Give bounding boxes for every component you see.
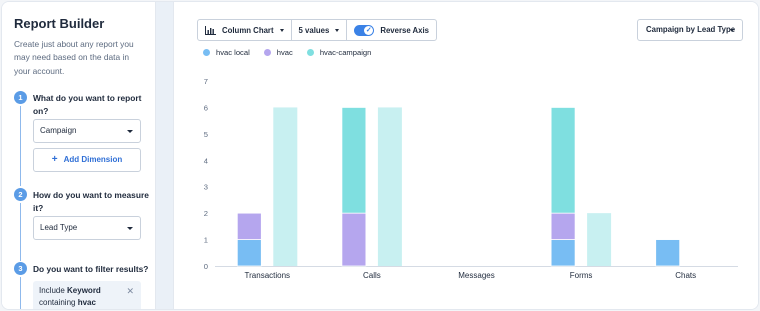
group-by-dropdown[interactable]: Campaign by Lead Type <box>637 19 743 41</box>
close-icon[interactable]: ✕ <box>126 285 134 297</box>
legend-label: hvac-campaign <box>319 48 372 57</box>
bar-secondary <box>273 107 298 266</box>
measure-select[interactable]: Lead Type <box>33 216 141 240</box>
step-3-question: Do you want to filter results? <box>33 264 149 274</box>
step-1-number: 1 <box>14 91 27 104</box>
x-category-label: Transactions <box>245 271 290 280</box>
y-tick-label: 5 <box>204 130 208 139</box>
y-tick-label: 1 <box>204 236 208 245</box>
caret-down-icon <box>127 130 133 133</box>
y-tick-label: 3 <box>204 183 208 192</box>
sidebar-description: Create just about any report you may nee… <box>14 39 134 76</box>
measure-select-value: Lead Type <box>40 223 78 232</box>
dimension-select-value: Campaign <box>40 126 77 135</box>
legend-dot <box>306 49 314 56</box>
column-chart: 0 1 2 3 4 5 6 7 Transactions Calls Messages Forms Ch… <box>204 77 738 280</box>
y-tick-label: 0 <box>204 262 208 271</box>
chart-type-dropdown[interactable]: Column Chart <box>198 20 292 40</box>
step-3-number: 3 <box>14 262 27 275</box>
bar-segment <box>236 239 262 267</box>
caret-down-icon <box>279 28 284 32</box>
step-2-question: How do you want to measure it? <box>33 190 149 213</box>
x-category-label: Chats <box>675 271 696 280</box>
bar-segment <box>550 107 576 214</box>
legend-dot <box>263 49 271 56</box>
sidebar-title: Report Builder <box>14 16 105 31</box>
filter-value: hvac <box>77 298 96 307</box>
caret-down-icon <box>730 29 734 32</box>
x-category-label: Forms <box>570 271 593 280</box>
bar-segment <box>341 212 367 267</box>
caret-down-icon <box>127 227 133 230</box>
step-1-question: What do you want to report on? <box>33 93 142 116</box>
filter-prefix: Include <box>39 286 65 295</box>
add-dimension-label: Add Dimension <box>63 155 123 164</box>
legend-dot <box>203 49 210 56</box>
legend-label: hvac <box>276 48 293 57</box>
bar-secondary <box>377 107 402 266</box>
filter-mid: containing <box>39 298 76 307</box>
bar-segment <box>655 239 681 267</box>
reverse-axis-label: Reverse Axis <box>380 25 430 35</box>
chart-legend: hvac local hvac hvac-campaign <box>203 48 385 57</box>
y-tick-label: 7 <box>204 77 208 86</box>
bar-segment <box>341 107 367 214</box>
y-tick-label: 6 <box>204 103 208 112</box>
report-builder-window: Report Builder Create just about any rep… <box>1 1 759 310</box>
x-category-label: Calls <box>363 271 381 280</box>
x-category-label: Messages <box>458 271 494 280</box>
bar-secondary <box>587 213 612 266</box>
filter-chip[interactable]: Include Keyword containing hvac ✕ <box>33 281 141 309</box>
bar-segment <box>550 212 576 240</box>
values-dropdown[interactable]: 5 values <box>292 20 348 40</box>
chart-type-label: Column Chart <box>222 25 274 35</box>
add-dimension-button[interactable]: + Add Dimension <box>33 148 141 172</box>
dimension-select[interactable]: Campaign <box>33 119 141 143</box>
chart-panel: Column Chart 5 values ✓ Reverse Axis Cam… <box>175 2 758 309</box>
group-by-label: Campaign by Lead Type <box>646 25 736 34</box>
filter-keyword: Keyword <box>67 286 101 295</box>
sidebar: Report Builder Create just about any rep… <box>2 2 156 309</box>
legend-item-hvac-campaign[interactable]: hvac-campaign <box>306 48 372 57</box>
step-2-number: 2 <box>14 188 27 201</box>
reverse-axis-toggle[interactable]: ✓ Reverse Axis <box>347 20 436 40</box>
legend-label: hvac local <box>216 48 250 57</box>
values-count-label: 5 values <box>298 25 330 35</box>
y-tick-label: 2 <box>204 209 208 218</box>
bar-segment <box>236 212 262 240</box>
chart-toolbar: Column Chart 5 values ✓ Reverse Axis <box>197 19 438 41</box>
toggle-switch[interactable]: ✓ <box>354 24 375 36</box>
step-connector <box>20 277 21 309</box>
step-connector <box>20 203 21 261</box>
caret-down-icon <box>335 28 340 32</box>
step-connector <box>20 106 21 186</box>
check-icon: ✓ <box>365 26 372 34</box>
bar-chart-icon <box>205 25 216 35</box>
plus-icon: + <box>51 154 58 165</box>
legend-item-hvac-local[interactable]: hvac local <box>203 48 250 57</box>
bar-segment <box>550 239 576 267</box>
y-tick-label: 4 <box>204 156 208 165</box>
panel-divider <box>156 2 174 309</box>
legend-item-hvac[interactable]: hvac <box>263 48 293 57</box>
